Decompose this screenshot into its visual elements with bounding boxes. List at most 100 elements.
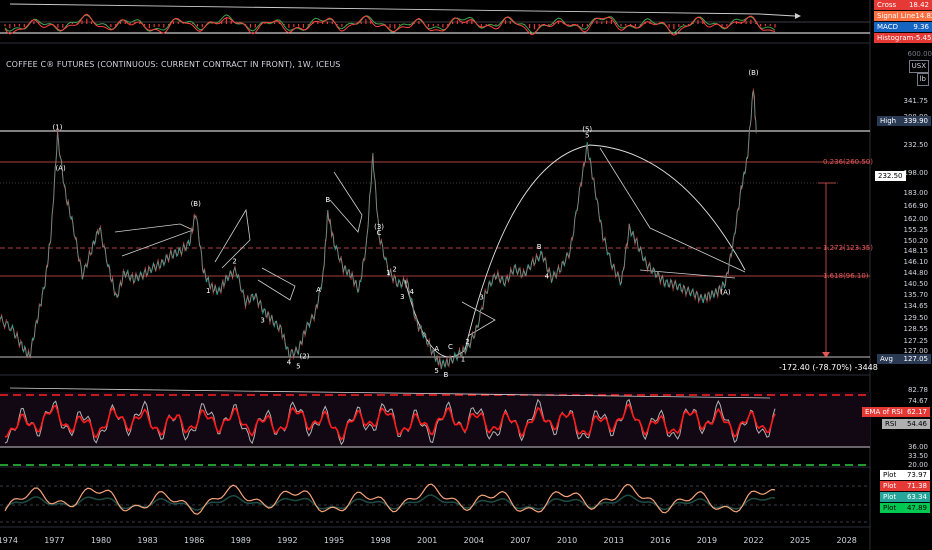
wave-label: 1	[206, 287, 210, 295]
avg-badge: Avg 127.05	[877, 354, 931, 364]
macd-cross-label: Cross 18.42	[874, 0, 932, 10]
pattern-line	[461, 301, 496, 337]
wave-label: 4	[287, 359, 292, 367]
wave-label: A	[316, 286, 321, 294]
x-tick-label: 2013	[604, 536, 624, 545]
x-tick-label: 1998	[370, 536, 390, 545]
x-tick-label: 2022	[743, 536, 763, 545]
chart-title: COFFEE C® FUTURES (CONTINUOUS: CURRENT C…	[6, 60, 341, 69]
macd-panel	[0, 3, 870, 36]
wave-label: 2	[392, 266, 396, 274]
y-tick-label: 150.20	[904, 237, 929, 245]
price-scale[interactable]: 341.75308.90232.50198.00183.00166.90162.…	[904, 97, 929, 355]
macd-histogram-label: Histogram -5.45	[874, 33, 932, 43]
x-tick-label: 2016	[650, 536, 670, 545]
wave-label: (B)	[191, 200, 202, 208]
wave-label: 4	[545, 272, 550, 280]
wave-label: 1	[461, 355, 465, 363]
x-axis[interactable]: 1974 1977 1980 1983 1986 1989 1992 1995 1998 2001…	[0, 536, 857, 545]
rsi-tick-label: 36.00	[908, 443, 928, 451]
pattern-line	[114, 223, 195, 257]
y-tick-label: 232.50	[904, 141, 929, 149]
rsi-tick-label: 82.78	[908, 386, 928, 394]
y-tick-label: 183.00	[904, 189, 929, 197]
plot-badge-3: Plot 63.34	[880, 492, 930, 502]
wave-label: 3	[479, 294, 483, 302]
measure-readout: -172.40 (-78.70%) -3448	[779, 363, 878, 372]
wave-label: (2)	[300, 353, 310, 361]
y-tick-label: 162.00	[904, 215, 929, 223]
macd-signal-label: Signal Line14.82	[874, 11, 932, 21]
fib-1618-label: 1.618(96.10)	[823, 272, 869, 280]
high-badge: High 339.90	[877, 116, 931, 126]
y-tick-label: 155.25	[904, 226, 929, 234]
wave-label: 3	[260, 317, 264, 325]
scale-max-label: 600.00	[907, 50, 932, 58]
current-price-badge: 232.50	[875, 171, 906, 181]
wave-label: 2	[465, 338, 469, 346]
rounding-arc	[404, 144, 746, 358]
pattern-line	[257, 267, 296, 301]
fib-1272-label: 1.272(123.35)	[823, 244, 873, 252]
x-tick-label: 1986	[184, 536, 204, 545]
x-tick-label: 2028	[837, 536, 857, 545]
y-tick-label: 148.15	[904, 247, 929, 255]
rsi-tick-label: 20.00	[908, 461, 928, 469]
plot-badge-2: Plot 71.38	[880, 481, 930, 491]
y-tick-label: 144.80	[904, 269, 929, 277]
wave-label: B	[325, 196, 330, 204]
x-tick-label: 1974	[0, 536, 18, 545]
y-tick-label: 128.55	[904, 325, 929, 333]
y-tick-label: 134.65	[904, 302, 929, 310]
y-tick-label: 146.10	[904, 258, 929, 266]
x-tick-label: 1989	[231, 536, 251, 545]
macd-value-label: MACD 9.36	[874, 22, 932, 32]
y-tick-label: 166.90	[904, 202, 929, 210]
wave-label: 5	[434, 367, 438, 375]
fib-236-label: 0.236(260.50)	[823, 158, 873, 166]
plot-orange-line	[4, 483, 776, 515]
rsi-badge: RSI 54.46	[882, 419, 930, 429]
x-tick-label: 1983	[137, 536, 157, 545]
y-tick-label: 135.70	[904, 291, 929, 299]
wave-label: 3	[400, 293, 404, 301]
wave-label: (B)	[748, 69, 759, 77]
x-tick-label: 2007	[510, 536, 530, 545]
unit-label: lb	[916, 73, 929, 86]
ema-rsi-badge: EMA of RSI 62.17	[862, 407, 930, 417]
x-tick-label: 2004	[464, 536, 484, 545]
y-tick-label: 129.50	[904, 314, 929, 322]
y-tick-label: 341.75	[904, 97, 929, 105]
pattern-line	[329, 171, 363, 233]
wave-label: A	[434, 345, 439, 353]
x-tick-label: 1992	[277, 536, 297, 545]
plot-panel	[0, 483, 870, 523]
wave-label: C	[448, 343, 453, 351]
wave-label: (A)	[720, 289, 731, 297]
wave-label: C	[377, 229, 382, 237]
wave-label: 4	[409, 288, 414, 296]
wave-label: 5	[296, 362, 300, 370]
macd-trendline	[9, 3, 796, 17]
y-tick-label: 127.25	[904, 337, 929, 345]
chart-canvas[interactable]: (1)(A)(B)1234AB5(2)(3)C41 235BA C12345B(5)…	[0, 0, 932, 550]
x-tick-label: 2010	[557, 536, 577, 545]
wave-label: B	[537, 243, 542, 251]
macd-arrow-icon	[795, 13, 801, 19]
currency-label: USX	[908, 60, 929, 73]
rsi-panel	[0, 387, 870, 466]
wave-label: 2	[232, 258, 236, 266]
wave-label: (1)	[53, 124, 63, 132]
rsi-tick-label: 33.50	[908, 452, 928, 460]
price-panel: (1)(A)(B)1234AB5(2)(3)C41 235BA C12345B(5)…	[0, 69, 870, 379]
wave-label: (5)	[582, 126, 592, 134]
plot-badge-1: Plot 73.97	[880, 470, 930, 480]
x-tick-label: 2019	[697, 536, 717, 545]
x-tick-label: 2025	[790, 536, 810, 545]
currency-selector[interactable]: 600.00 USX lb	[902, 49, 932, 86]
x-tick-label: 1980	[91, 536, 111, 545]
x-tick-label: 1977	[44, 536, 64, 545]
wave-label: B	[443, 371, 448, 379]
x-tick-label: 2001	[417, 536, 437, 545]
x-tick-label: 1995	[324, 536, 344, 545]
